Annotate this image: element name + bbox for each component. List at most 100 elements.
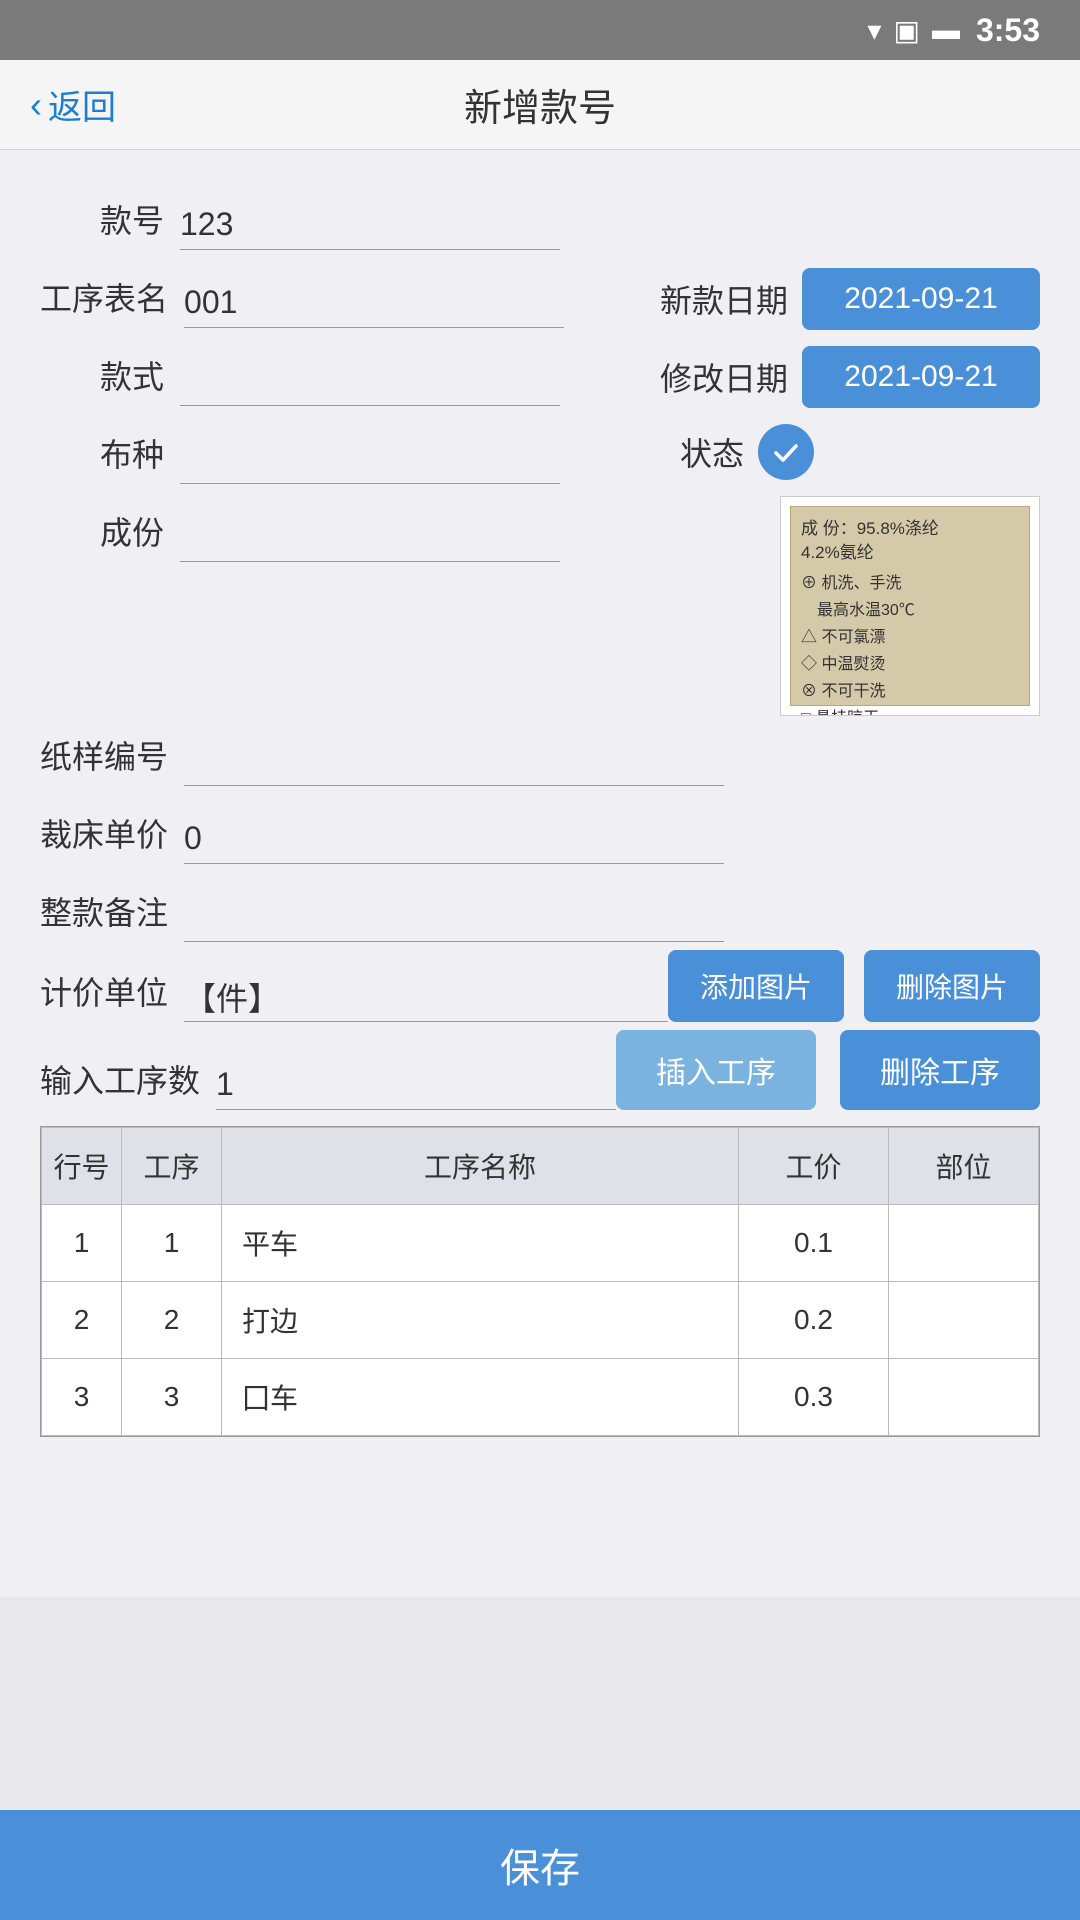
care-dryclean: ⊗ 不可干洗 xyxy=(801,677,1019,701)
jiajia-row: 计价单位 xyxy=(40,952,668,1022)
xindate-row: 新款日期 2021-09-21 xyxy=(660,268,1040,330)
xindate-label: 新款日期 xyxy=(660,276,788,322)
cell-buwei-2 xyxy=(889,1359,1039,1436)
col-gongxu: 工序 xyxy=(122,1128,222,1205)
cell-name-2: 囗车 xyxy=(222,1359,739,1436)
kuanshi-label: 款式 xyxy=(40,352,180,406)
kuhao-label: 款号 xyxy=(40,196,180,250)
save-label: 保存 xyxy=(500,1836,580,1894)
jiajia-input-wrap xyxy=(184,978,668,1022)
jiajia-label: 计价单位 xyxy=(40,968,184,1022)
cell-hang-2: 3 xyxy=(42,1359,122,1436)
zhiyang-row: 纸样编号 xyxy=(40,716,1040,786)
checkmark-icon xyxy=(770,436,802,468)
zhiyang-input[interactable] xyxy=(184,742,724,779)
kuanshi-input-wrap xyxy=(180,362,560,406)
beizhui-row: 整款备注 xyxy=(40,872,1040,942)
process-buttons: 插入工序 删除工序 xyxy=(616,1030,1040,1110)
shuru-label: 输入工序数 xyxy=(40,1056,216,1110)
back-arrow-icon: ‹ xyxy=(30,84,42,126)
buzhong-label: 布种 xyxy=(40,430,180,484)
right-column: 新款日期 2021-09-21 修改日期 2021-09-21 状态 xyxy=(660,258,1040,716)
chengfen-row: 成份 xyxy=(40,492,660,562)
cell-name-0: 平车 xyxy=(222,1205,739,1282)
beizhui-label: 整款备注 xyxy=(40,888,184,942)
care-label-image: 成 份：95.8%涤纶 4.2%氨纶 ⊕ 机洗、手洗 最高水温30℃ △ 不可氯… xyxy=(780,496,1040,716)
kuanshi-input[interactable] xyxy=(180,362,560,399)
chengfen-input-wrap xyxy=(180,518,560,562)
buzhong-row: 布种 xyxy=(40,414,660,484)
care-icons: ⊕ 机洗、手洗 最高水温30℃ △ 不可氯漂 ◇ 中温熨烫 ⊗ 不可干洗 □ 悬… xyxy=(801,569,1019,716)
col-hang: 行号 xyxy=(42,1128,122,1205)
caichuang-label: 裁床单价 xyxy=(40,810,184,864)
chengfen-label: 成份 xyxy=(40,508,180,562)
status-time: 3:53 xyxy=(976,12,1040,49)
content-area: 款号 工序表名 款式 布种 xyxy=(0,150,1080,1597)
save-bar[interactable]: 保存 xyxy=(0,1810,1080,1920)
xiugaidate-btn[interactable]: 2021-09-21 xyxy=(802,346,1040,408)
zhiyang-input-wrap xyxy=(184,742,724,786)
col-name: 工序名称 xyxy=(222,1128,739,1205)
image-buttons: 添加图片 删除图片 xyxy=(668,950,1040,1022)
caichuang-input[interactable] xyxy=(184,820,724,857)
care-text-line1: 成 份：95.8%涤纶 4.2%氨纶 xyxy=(801,517,1019,565)
zhiyang-label: 纸样编号 xyxy=(40,732,184,786)
zhuangtai-row: 状态 xyxy=(660,424,1040,480)
cell-gongjia-0: 0.1 xyxy=(739,1205,889,1282)
shuru-input[interactable] xyxy=(216,1066,616,1103)
xiugaidate-label: 修改日期 xyxy=(660,354,788,400)
cell-gongjia-1: 0.2 xyxy=(739,1282,889,1359)
beizhui-input[interactable] xyxy=(184,898,724,935)
battery-icon: ▬ xyxy=(932,14,960,46)
delete-process-btn[interactable]: 删除工序 xyxy=(840,1030,1040,1110)
care-iron: ◇ 中温熨烫 xyxy=(801,650,1019,674)
status-icons: ▾ ▣ ▬ xyxy=(867,14,960,47)
page-title: 新增款号 xyxy=(464,77,616,132)
table-row: 3 3 囗车 0.3 xyxy=(42,1359,1039,1436)
zhuangtai-label: 状态 xyxy=(680,429,744,475)
kuhao-row: 款号 xyxy=(40,180,1040,250)
signal-icon: ▣ xyxy=(893,14,919,47)
cell-gongxu-2: 3 xyxy=(122,1359,222,1436)
chengfen-input[interactable] xyxy=(180,518,560,555)
cell-gongjia-2: 0.3 xyxy=(739,1359,889,1436)
jiajia-input[interactable] xyxy=(184,978,668,1015)
status-check-btn[interactable] xyxy=(758,424,814,480)
delete-image-btn[interactable]: 删除图片 xyxy=(864,950,1040,1022)
add-image-btn[interactable]: 添加图片 xyxy=(668,950,844,1022)
caichuang-input-wrap xyxy=(184,820,724,864)
cell-gongxu-0: 1 xyxy=(122,1205,222,1282)
insert-process-btn[interactable]: 插入工序 xyxy=(616,1030,816,1110)
cell-name-1: 打边 xyxy=(222,1282,739,1359)
wifi-icon: ▾ xyxy=(867,14,881,47)
cell-hang-0: 1 xyxy=(42,1205,122,1282)
gongxu-input[interactable] xyxy=(184,284,564,321)
shuru-input-wrap xyxy=(216,1066,616,1110)
gongxu-label: 工序表名 xyxy=(40,274,184,328)
table: 行号 工序 工序名称 工价 部位 1 1 平车 0.1 2 2 打边 0.2 3… xyxy=(41,1127,1039,1436)
col-buwei: 部位 xyxy=(889,1128,1039,1205)
care-bleach: △ 不可氯漂 xyxy=(801,623,1019,647)
care-label-content: 成 份：95.8%涤纶 4.2%氨纶 ⊕ 机洗、手洗 最高水温30℃ △ 不可氯… xyxy=(790,506,1030,706)
process-table: 行号 工序 工序名称 工价 部位 1 1 平车 0.1 2 2 打边 0.2 3… xyxy=(40,1126,1040,1437)
back-button[interactable]: ‹ 返回 xyxy=(30,80,116,129)
caichuang-row: 裁床单价 xyxy=(40,794,1040,864)
gongxu-input-wrap xyxy=(184,284,564,328)
gongxu-row: 工序表名 xyxy=(40,258,660,328)
care-hang: □ 悬挂晾干 xyxy=(801,704,1019,716)
kuhao-input[interactable] xyxy=(180,206,560,243)
top-section: 工序表名 款式 布种 成份 xyxy=(40,258,1040,716)
buzhong-input[interactable] xyxy=(180,440,560,477)
cell-buwei-0 xyxy=(889,1205,1039,1282)
xindate-btn[interactable]: 2021-09-21 xyxy=(802,268,1040,330)
col-gongjia: 工价 xyxy=(739,1128,889,1205)
beizhui-input-wrap xyxy=(184,898,724,942)
table-row: 1 1 平车 0.1 xyxy=(42,1205,1039,1282)
buzhong-input-wrap xyxy=(180,440,560,484)
header: ‹ 返回 新增款号 xyxy=(0,60,1080,150)
cell-buwei-1 xyxy=(889,1282,1039,1359)
kuhao-input-wrap xyxy=(180,206,560,250)
table-row: 2 2 打边 0.2 xyxy=(42,1282,1039,1359)
kuanshi-row: 款式 xyxy=(40,336,660,406)
care-temp: 最高水温30℃ xyxy=(801,596,1019,620)
